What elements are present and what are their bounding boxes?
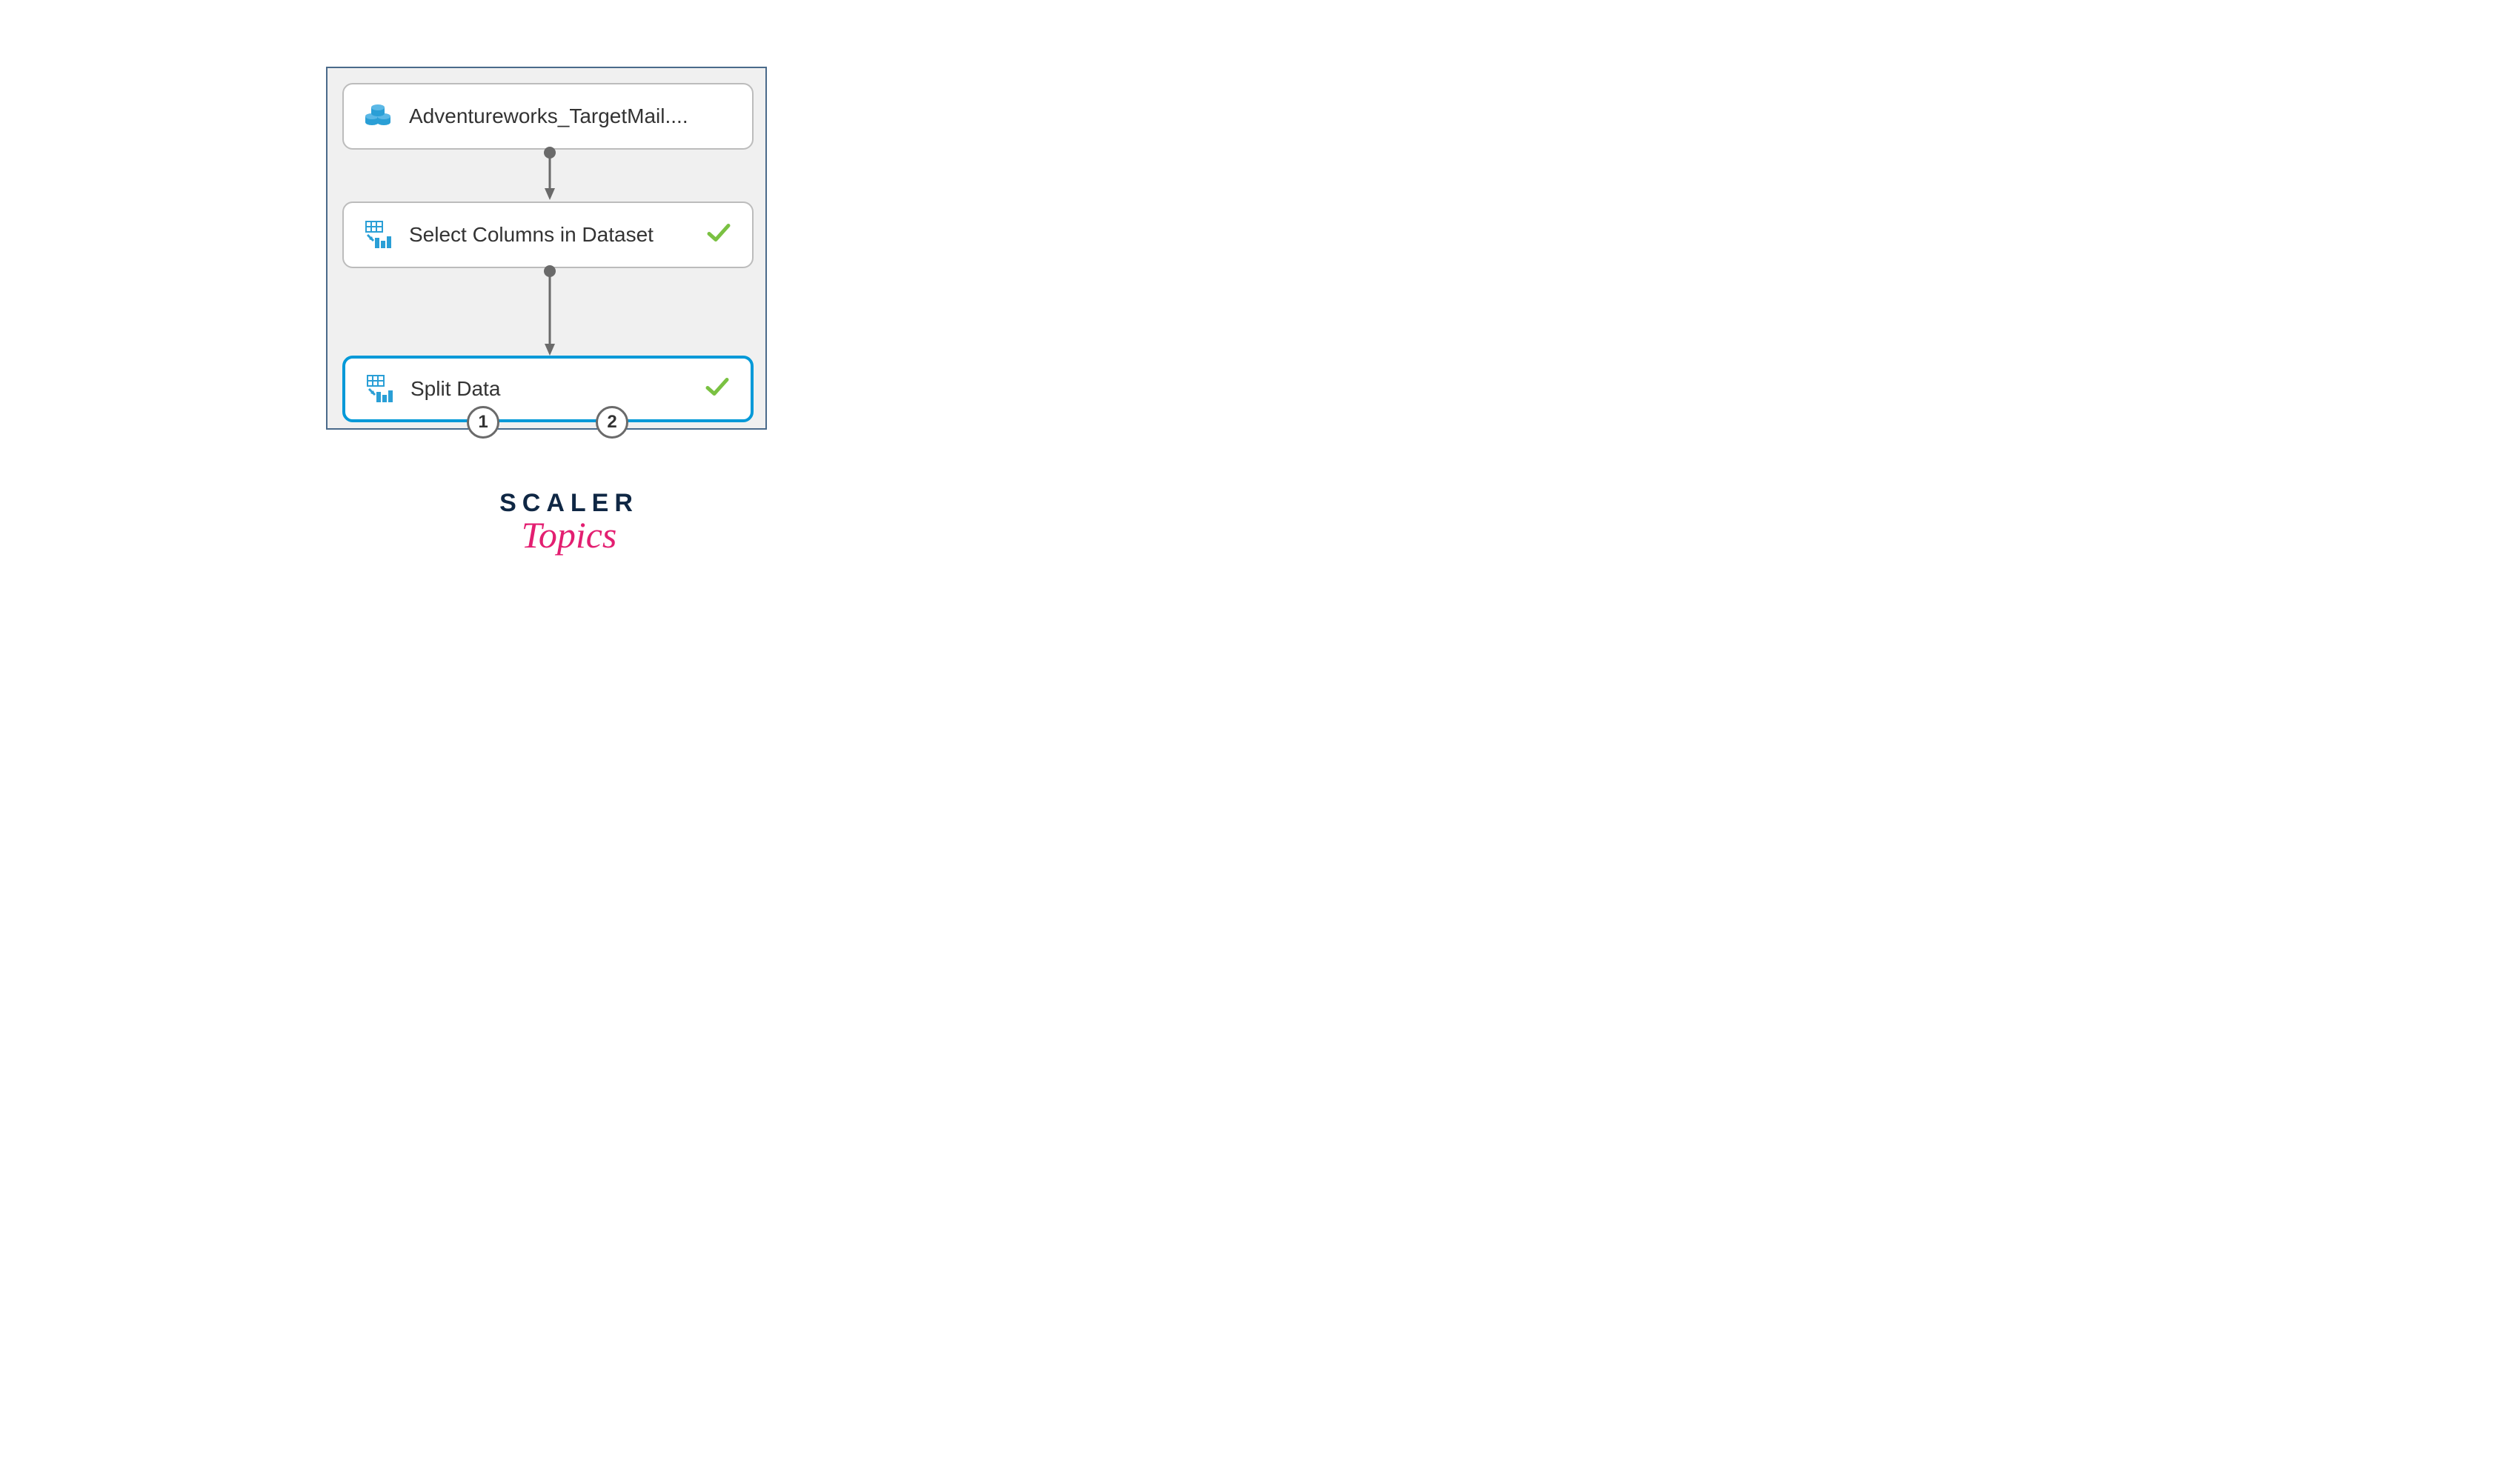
node-select-columns[interactable]: Select Columns in Dataset — [342, 202, 754, 268]
logo-line2: Topics — [499, 513, 639, 556]
output-port-1[interactable]: 1 — [467, 406, 499, 439]
port-label: 1 — [478, 412, 488, 433]
checkmark-icon — [705, 375, 730, 404]
scaler-topics-logo: SCALER Topics — [499, 489, 639, 556]
node-split-data-label: Split Data — [410, 377, 751, 401]
database-icon — [360, 99, 396, 134]
output-port-2[interactable]: 2 — [596, 406, 628, 439]
node-select-columns-label: Select Columns in Dataset — [409, 223, 752, 247]
split-data-icon — [362, 371, 397, 407]
edge-dataset-to-select — [542, 147, 557, 202]
experiment-canvas[interactable]: Adventureworks_TargetMail.... Select Col… — [326, 67, 767, 430]
select-columns-icon — [360, 217, 396, 253]
node-dataset[interactable]: Adventureworks_TargetMail.... — [342, 83, 754, 150]
port-label: 2 — [607, 412, 616, 433]
node-dataset-label: Adventureworks_TargetMail.... — [409, 104, 752, 128]
node-split-data[interactable]: Split Data — [342, 356, 754, 422]
edge-select-to-split — [542, 265, 557, 357]
checkmark-icon — [706, 221, 731, 250]
